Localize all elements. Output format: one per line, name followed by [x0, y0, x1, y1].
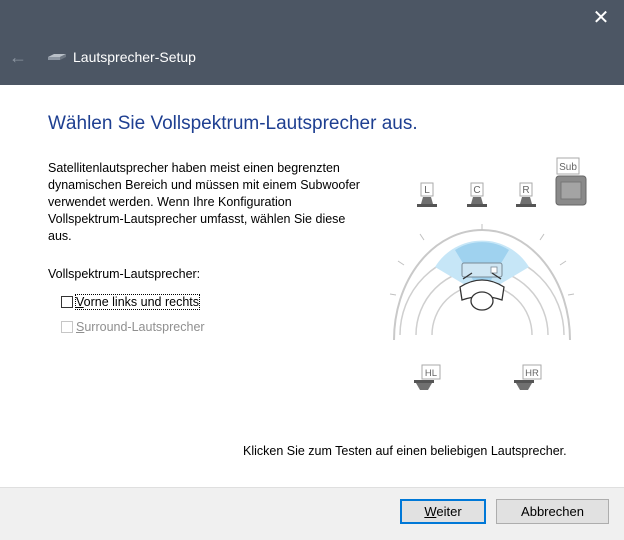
checkbox-label[interactable]: Vorne links und rechts — [75, 294, 200, 310]
fullrange-group-label: Vollspektrum-Lautsprecher: — [48, 267, 201, 281]
description-text: Satellitenlautsprecher haben meist einen… — [48, 161, 360, 243]
speaker-rear-right[interactable]: HR — [514, 364, 542, 390]
svg-text:L: L — [424, 185, 430, 196]
svg-text:HR: HR — [525, 368, 539, 379]
checkbox-box[interactable] — [61, 296, 73, 308]
test-hint-text: Klicken Sie zum Testen auf einen beliebi… — [243, 444, 567, 458]
speaker-rear-left[interactable]: HL — [414, 364, 441, 390]
speaker-setup-window: ✕ ← Lautsprecher-Setup Wählen Sie Vollsp… — [0, 0, 624, 540]
speaker-app-icon — [48, 54, 66, 60]
svg-text:C: C — [473, 185, 480, 196]
close-icon[interactable]: ✕ — [578, 0, 624, 36]
svg-text:Sub: Sub — [559, 162, 577, 173]
title-bar: ✕ ← Lautsprecher-Setup — [0, 0, 624, 85]
checkbox-label: Surround-Lautsprecher — [76, 320, 205, 334]
back-arrow-icon[interactable]: ← — [6, 45, 30, 69]
speaker-icon — [471, 197, 483, 204]
next-button[interactable]: Weiter — [400, 499, 486, 524]
front-left-right-checkbox[interactable]: Vorne links und rechts — [61, 293, 200, 311]
speaker-icon — [416, 383, 432, 390]
checkbox-box[interactable] — [61, 321, 73, 333]
window-title: Lautsprecher-Setup — [73, 49, 196, 65]
speaker-right[interactable]: R — [516, 182, 536, 207]
speaker-icon — [520, 197, 532, 204]
subwoofer[interactable]: Sub — [555, 157, 587, 206]
speaker-center[interactable]: C — [467, 182, 487, 207]
surround-checkbox[interactable]: Surround-Lautsprecher — [61, 318, 205, 336]
listener-icon — [459, 262, 505, 311]
speaker-left[interactable]: L — [417, 182, 437, 207]
page-title: Wählen Sie Vollspektrum-Lautsprecher aus… — [48, 113, 418, 134]
speaker-icon — [516, 383, 532, 390]
svg-text:HL: HL — [425, 368, 437, 379]
speaker-icon — [421, 197, 433, 204]
cancel-button[interactable]: Abbrechen — [496, 499, 609, 524]
svg-text:R: R — [522, 185, 529, 196]
speaker-diagram: L C R Sub HL HR — [389, 157, 587, 390]
